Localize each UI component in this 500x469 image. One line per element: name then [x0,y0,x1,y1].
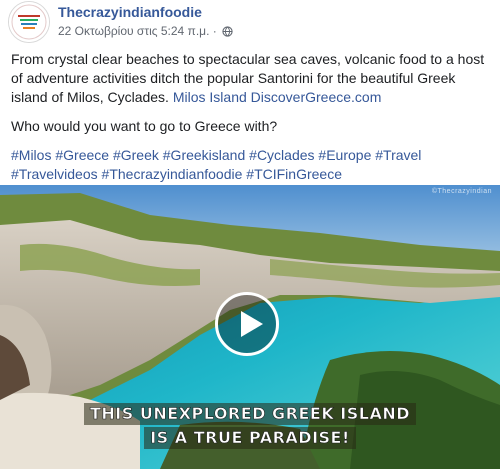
hashtag-greekisland[interactable]: #Greekisland [163,147,246,163]
post-body: From crystal clear beaches to spectacula… [11,50,491,107]
meta-separator: · [209,24,221,38]
page-name[interactable]: Thecrazyindianfoodie [58,4,202,20]
facebook-post: Thecrazyindianfoodie 22 Οκτωβρίου στις 5… [0,0,500,469]
globe-icon[interactable] [222,26,233,40]
hashtag-thecrazyindianfoodie[interactable]: #Thecrazyindianfoodie [102,166,243,182]
hashtag-travel[interactable]: #Travel [375,147,421,163]
post-text: From crystal clear beaches to spectacula… [11,50,491,194]
play-button[interactable] [215,292,279,356]
video-caption: THIS UNEXPLORED GREEK ISLAND IS A TRUE P… [0,403,500,451]
caption-line-2: IS A TRUE PARADISE! [144,427,356,449]
post-question: Who would you want to go to Greece with? [11,118,278,134]
hashtag-travelvideos[interactable]: #Travelvideos [11,166,98,182]
hashtag-list: #Milos #Greece #Greek #Greekisland #Cycl… [11,146,491,184]
page-avatar[interactable] [8,1,50,43]
post-timestamp[interactable]: 22 Οκτωβρίου στις 5:24 π.μ. [58,24,209,38]
hashtag-greek[interactable]: #Greek [113,147,159,163]
hashtag-cyclades[interactable]: #Cyclades [249,147,314,163]
video-watermark: ©Thecrazyindian [431,188,492,195]
caption-line-1: THIS UNEXPLORED GREEK ISLAND [83,403,417,425]
body-link[interactable]: Milos Island DiscoverGreece.com [173,89,382,105]
play-icon [241,311,263,337]
hashtag-tcifingreece[interactable]: #TCIFinGreece [246,166,342,182]
hashtag-milos[interactable]: #Milos [11,147,51,163]
post-header: Thecrazyindianfoodie 22 Οκτωβρίου στις 5… [0,0,500,46]
hashtag-europe[interactable]: #Europe [318,147,371,163]
hashtag-greece[interactable]: #Greece [55,147,109,163]
post-meta: 22 Οκτωβρίου στις 5:24 π.μ. · [58,24,233,40]
